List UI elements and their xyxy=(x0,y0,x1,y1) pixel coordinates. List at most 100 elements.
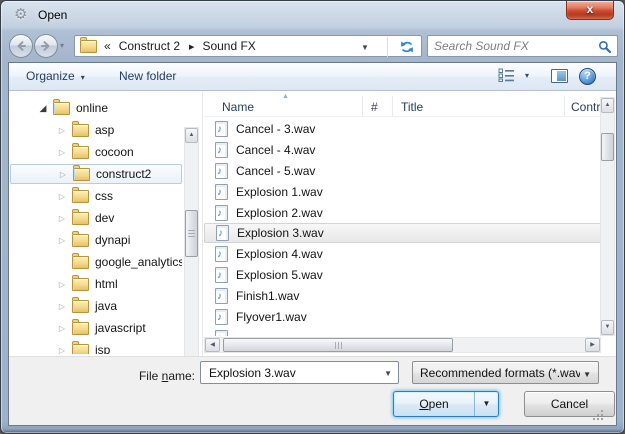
file-row[interactable]: ♪Flyover1.wav xyxy=(204,306,603,327)
views-dropdown-icon[interactable]: ▾ xyxy=(525,71,529,80)
tree-item-construct2[interactable]: ▷construct2 xyxy=(10,164,182,184)
expander-collapsed-icon[interactable]: ▷ xyxy=(56,148,68,157)
expander-collapsed-icon[interactable]: ▷ xyxy=(56,214,68,223)
expander-collapsed-icon[interactable]: ▷ xyxy=(56,126,68,135)
recent-locations-dropdown[interactable]: ▾ xyxy=(60,41,64,50)
expander-expanded-icon[interactable]: ◢ xyxy=(37,103,49,114)
folder-icon xyxy=(80,40,97,53)
close-button[interactable]: x xyxy=(566,1,614,20)
tree-item-dynapi[interactable]: ▷dynapi xyxy=(10,229,182,251)
search-icon[interactable] xyxy=(598,40,612,57)
file-type-select[interactable]: Recommended formats (*.wav, ▼ xyxy=(412,361,599,384)
breadcrumb-item-parent[interactable]: Construct 2 xyxy=(119,39,180,53)
scroll-up-icon[interactable]: ▲ xyxy=(185,128,198,143)
tree-item-dev[interactable]: ▷dev xyxy=(10,207,182,229)
organize-dropdown-icon: ▾ xyxy=(81,73,85,82)
tree-scrollbar[interactable]: ▲ ▼ xyxy=(184,127,199,383)
file-name-combobox[interactable]: ▼ xyxy=(200,361,399,384)
tree-item-google_analytics[interactable]: google_analytics xyxy=(10,251,182,273)
address-dropdown-icon[interactable]: ▼ xyxy=(361,43,369,52)
expander-collapsed-icon[interactable]: ▷ xyxy=(56,280,68,289)
audio-file-icon: ♪ xyxy=(216,225,229,241)
change-view-button[interactable]: ▾ xyxy=(498,68,529,82)
scroll-right-icon[interactable]: ▶ xyxy=(585,338,600,352)
folder-icon xyxy=(72,322,89,335)
audio-file-icon: ♪ xyxy=(215,142,228,158)
tree-item-java[interactable]: ▷ java xyxy=(10,295,182,317)
file-row[interactable]: ♪Explosion 3.wav xyxy=(204,223,603,243)
audio-file-icon: ♪ xyxy=(215,246,228,262)
preview-pane-button[interactable] xyxy=(551,69,568,83)
file-row[interactable]: ♪Explosion 2.wav xyxy=(204,202,603,223)
folder-icon xyxy=(72,124,89,137)
tree-item-javascript[interactable]: ▷javascript xyxy=(10,317,182,339)
search-input[interactable] xyxy=(432,37,592,55)
cancel-button[interactable]: Cancel xyxy=(524,391,615,417)
file-name-input[interactable] xyxy=(207,364,377,381)
column-header-contr[interactable]: Contr xyxy=(565,96,602,116)
file-name: Finish1.wav xyxy=(236,289,299,303)
back-button[interactable] xyxy=(9,34,33,58)
expander-collapsed-icon[interactable]: ▷ xyxy=(56,346,68,355)
search-box[interactable] xyxy=(427,35,618,57)
expander-collapsed-icon[interactable]: ▷ xyxy=(56,192,68,201)
tree-item-cocoon[interactable]: ▷cocoon xyxy=(10,141,182,163)
audio-file-icon: ♪ xyxy=(215,163,228,179)
file-name-label: File name: xyxy=(9,369,195,383)
file-row[interactable]: ♪Cancel - 4.wav xyxy=(204,139,603,160)
expander-collapsed-icon[interactable]: ▷ xyxy=(56,236,68,245)
breadcrumb[interactable]: « Construct 2 ▶ Sound FX ▼ xyxy=(74,35,422,57)
open-dialog-window: ⚙ Open x ▾ « Construct 2 ▶ Sound FX ▼ xyxy=(0,0,625,434)
new-folder-button[interactable]: New folder xyxy=(119,69,176,83)
tree-item-jsp[interactable]: ▷jsp xyxy=(10,339,182,354)
tree-item-html[interactable]: ▷ html xyxy=(10,273,182,295)
tree-scrollbar-thumb[interactable] xyxy=(185,210,198,257)
column-header-name[interactable]: Name▲ xyxy=(204,96,363,116)
file-name-dropdown-icon[interactable]: ▼ xyxy=(384,369,392,378)
resize-grip[interactable] xyxy=(601,410,603,412)
tree-item-label: java xyxy=(95,299,117,313)
file-row[interactable]: ♪Explosion 5.wav xyxy=(204,264,603,285)
forward-button[interactable] xyxy=(34,34,58,58)
forward-arrow-icon xyxy=(39,39,53,53)
tree-item-css[interactable]: ▷css xyxy=(10,185,182,207)
expander-collapsed-icon[interactable]: ▷ xyxy=(56,302,68,311)
file-row[interactable]: ♪Explosion 1.wav xyxy=(204,181,603,202)
expander-collapsed-icon[interactable]: ▷ xyxy=(57,170,69,179)
breadcrumb-item-current[interactable]: Sound FX xyxy=(202,39,255,53)
file-row-partial[interactable]: ♪ xyxy=(204,327,603,336)
file-row[interactable]: ♪Cancel - 3.wav xyxy=(204,118,603,139)
file-row[interactable]: ♪Finish1.wav xyxy=(204,285,603,306)
scroll-up-icon[interactable]: ▲ xyxy=(601,98,614,113)
file-name: Explosion 1.wav xyxy=(236,185,323,199)
open-dropdown-button[interactable]: ▼ xyxy=(474,392,498,416)
organize-button[interactable]: Organize▾ xyxy=(26,69,85,83)
open-button[interactable]: Open xyxy=(394,392,474,416)
preview-pane-icon xyxy=(557,71,566,81)
tree-item-label: html xyxy=(95,277,118,291)
expander-collapsed-icon[interactable]: ▷ xyxy=(56,324,68,333)
audio-file-icon: ♪ xyxy=(215,309,228,325)
breadcrumb-overflow-icon[interactable]: « xyxy=(104,39,111,53)
tree-item-online[interactable]: ◢online xyxy=(10,97,182,119)
list-vertical-scrollbar[interactable]: ▲ ▼ xyxy=(600,97,615,336)
close-icon: x xyxy=(587,2,594,16)
help-button[interactable]: ? xyxy=(579,68,596,85)
folder-icon xyxy=(72,234,89,247)
breadcrumb-separator-icon[interactable]: ▶ xyxy=(189,42,194,51)
list-scrollbar-thumb[interactable] xyxy=(601,133,614,161)
list-horizontal-scrollbar[interactable]: ◀ ▶ xyxy=(204,337,601,353)
folder-icon xyxy=(72,278,89,291)
file-row[interactable]: ♪Explosion 4.wav xyxy=(204,243,603,264)
scroll-down-icon[interactable]: ▼ xyxy=(601,320,614,335)
column-header-number[interactable]: # xyxy=(363,96,393,116)
tree-item-asp[interactable]: ▷asp xyxy=(10,119,182,141)
column-headers: Name▲#TitleContr xyxy=(204,96,602,117)
tree-item-label: google_analytics xyxy=(95,255,182,269)
scroll-left-icon[interactable]: ◀ xyxy=(205,338,220,352)
file-row[interactable]: ♪Cancel - 5.wav xyxy=(204,160,603,181)
refresh-button[interactable] xyxy=(393,37,421,57)
hscrollbar-thumb[interactable] xyxy=(223,338,453,352)
title-bar[interactable]: ⚙ Open x xyxy=(1,1,624,29)
column-header-title[interactable]: Title xyxy=(393,96,565,116)
